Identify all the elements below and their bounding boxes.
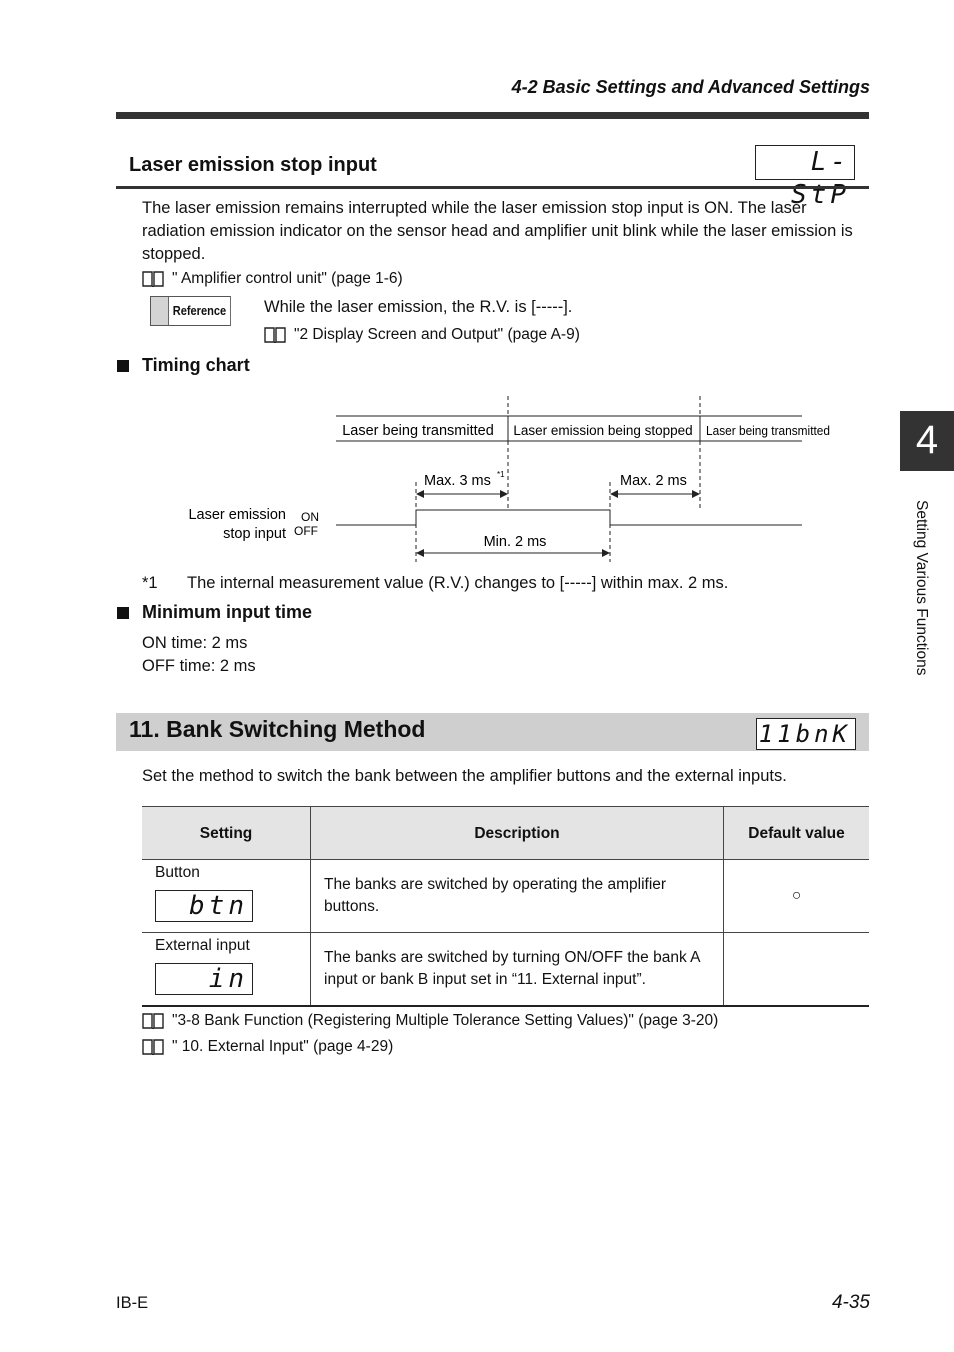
min-pulse-label: Min. 2 ms [484,534,547,550]
description-cell: The banks are switched by operating the … [310,859,724,933]
lcd-display-code: in [155,963,253,995]
chapter-tab: 4 [900,411,954,471]
table-header-row: Setting Description Default value [142,806,869,860]
default-cell [723,932,869,1007]
column-header-default: Default value [723,806,869,860]
column-header-description: Description [310,806,724,860]
footnote-text: The internal measurement value (R.V.) ch… [187,574,729,592]
reference-link-external-input[interactable]: " 10. External Input" (page 4-29) [142,1038,393,1056]
reference-link-text: " 10. External Input" (page 4-29) [172,1038,394,1055]
book-icon [142,1039,164,1055]
bank-intro: Set the method to switch the bank betwee… [142,767,787,785]
book-icon [142,1013,164,1029]
settings-table: Setting Description Default value Button… [142,806,869,1007]
footnote: *1 The internal measurement value (R.V.)… [142,574,728,593]
off-level-label: OFF [294,524,318,538]
phase-label-1: Laser being transmitted [342,423,494,439]
signal-label-line2: stop input [223,526,286,542]
footnote-number: *1 [142,574,158,592]
on-level-label: ON [301,510,319,524]
setting-name: Button [155,864,200,881]
min-input-heading: Minimum input time [116,602,312,623]
reference-link-text: "3-8 Bank Function (Registering Multiple… [172,1012,719,1029]
description-cell: The banks are switched by turning ON/OFF… [310,932,724,1007]
off-time: OFF time: 2 ms [142,657,256,675]
on-time: ON time: 2 ms [142,634,248,652]
min-input-values: ON time: 2 ms OFF time: 2 ms [142,632,256,678]
bullet-square-icon [117,606,129,619]
signal-label-line1: Laser emission [188,507,286,523]
timing-diagram: Laser being transmitted Laser emission b… [188,396,830,562]
reference-link-bank-function[interactable]: "3-8 Bank Function (Registering Multiple… [142,1012,718,1030]
chapter-side-label: Setting Various Functions [913,500,930,676]
footnote-marker: *1 [497,470,505,479]
table-row: Button btn The banks are switched by ope… [142,859,869,933]
max-on-delay-label: Max. 3 ms [424,473,491,489]
signal-waveform [336,509,802,526]
column-header-setting: Setting [142,806,311,860]
max-off-delay-label: Max. 2 ms [620,473,687,489]
footer-doc-code: IB-E [116,1294,149,1312]
lcd-display-code: 11bnK [756,718,856,750]
setting-cell: External input in [142,932,311,1007]
setting-cell: Button btn [142,859,311,933]
lcd-display-code: btn [155,890,253,922]
min-input-heading-text: Minimum input time [142,602,312,622]
phase-label-3: Laser being transmitted [706,424,830,438]
page-number: 4-35 [831,1292,870,1313]
setting-name: External input [155,937,250,954]
table-row: External input in The banks are switched… [142,932,869,1007]
phase-label-2: Laser emission being stopped [513,423,692,438]
default-cell: ○ [723,859,869,933]
bank-section-title: 11. Bank Switching Method [129,716,426,742]
